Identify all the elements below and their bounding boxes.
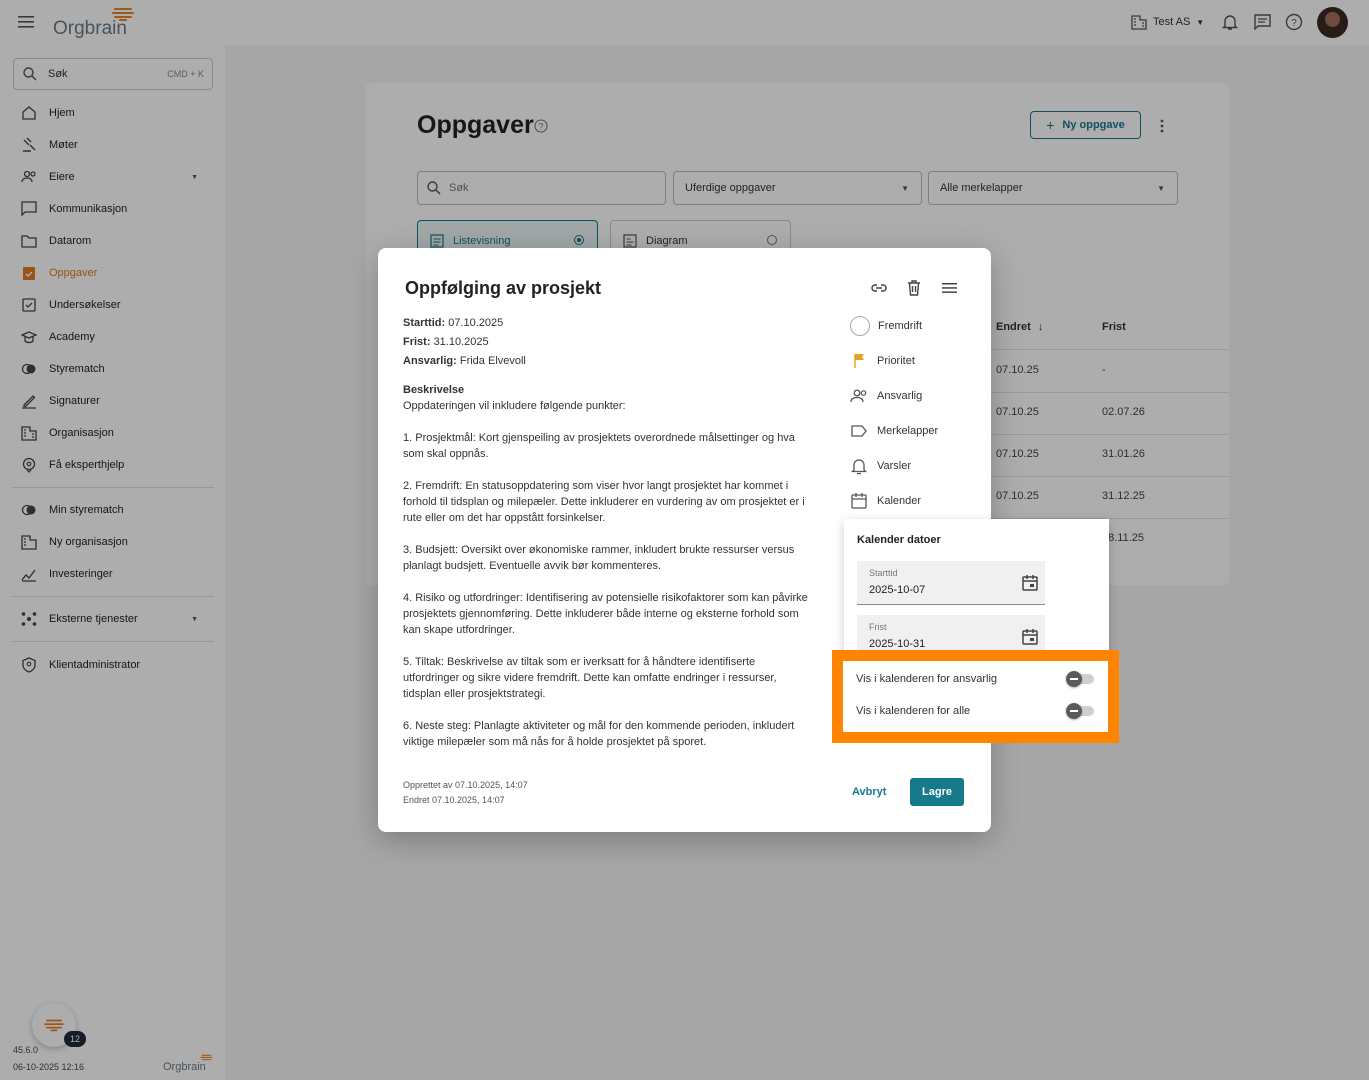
description-intro: Oppdateringen vil inkludere følgende pun…	[403, 400, 626, 412]
calendar-dates-panel: Kalender datoer Starttid 2025-10-07 Fris…	[844, 519, 1109, 659]
due-label: Frist:	[403, 336, 431, 348]
switch-knob	[1066, 671, 1082, 687]
option-label: Varsler	[877, 460, 912, 472]
calendar-icon[interactable]	[1021, 628, 1039, 646]
description-point: 3. Budsjett: Oversikt over økonomiske ra…	[403, 544, 795, 572]
description-point: 4. Risiko og utfordringer: Identifiserin…	[403, 592, 808, 636]
start-date-line: Starttid: 07.10.2025	[403, 317, 503, 329]
link-icon[interactable]	[870, 279, 888, 297]
toggle-row-all[interactable]: Vis i kalenderen for alle	[856, 701, 1096, 721]
changed-info: Endret 07.10.2025, 14:07	[403, 795, 505, 805]
option-label: Kalender	[877, 495, 922, 507]
description-point: 6. Neste steg: Planlagte aktiviteter og …	[403, 720, 795, 748]
alerts-option[interactable]: Varsler	[850, 455, 911, 477]
field-label: Starttid	[869, 568, 898, 578]
calendar-option[interactable]: Kalender	[850, 490, 921, 512]
progress-circle-icon	[850, 316, 870, 336]
option-label: Fremdrift	[878, 320, 922, 332]
label-icon	[851, 425, 867, 437]
cancel-button[interactable]: Avbryt	[852, 786, 886, 798]
dialog-title: Oppfølging av prosjekt	[405, 278, 602, 298]
people-icon	[850, 389, 867, 403]
priority-option[interactable]: Prioritet	[850, 350, 915, 372]
start-label: Starttid:	[403, 317, 446, 329]
save-label: Lagre	[922, 786, 952, 798]
due-date-line: Frist: 31.10.2025	[403, 336, 489, 348]
switch-knob	[1066, 703, 1082, 719]
show-all-calendar-switch[interactable]	[1066, 703, 1096, 719]
field-value: 2025-10-31	[869, 638, 926, 650]
start-date-field[interactable]: Starttid 2025-10-07	[857, 561, 1045, 605]
option-label: Ansvarlig	[877, 390, 923, 402]
bell-icon	[850, 459, 868, 475]
progress-option[interactable]: Fremdrift	[850, 315, 922, 337]
panel-title: Kalender datoer	[857, 534, 941, 546]
option-label: Prioritet	[877, 355, 915, 367]
due-value: 31.10.2025	[433, 336, 489, 348]
calendar-icon	[851, 493, 867, 509]
delete-icon[interactable]	[906, 279, 922, 297]
owner-value: Frida Elvevoll	[459, 355, 526, 367]
option-label: Merkelapper	[877, 425, 939, 437]
description-heading: Beskrivelse	[403, 384, 465, 396]
description-point: 5. Tiltak: Beskrivelse av tiltak som er …	[403, 656, 777, 700]
save-button[interactable]: Lagre	[910, 778, 964, 806]
toggle-label: Vis i kalenderen for ansvarlig	[856, 673, 998, 685]
description-point: 2. Fremdrift: En statusoppdatering som v…	[403, 480, 805, 524]
start-value: 07.10.2025	[448, 317, 504, 329]
field-value: 2025-10-07	[869, 584, 926, 596]
calendar-visibility-toggles: Vis i kalenderen for ansvarlig Vis i kal…	[843, 661, 1108, 732]
toggle-row-owner[interactable]: Vis i kalenderen for ansvarlig	[856, 669, 1096, 689]
show-owner-calendar-switch[interactable]	[1066, 671, 1096, 687]
tags-option[interactable]: Merkelapper	[850, 420, 938, 442]
menu-icon[interactable]	[942, 281, 958, 295]
created-info: Opprettet av 07.10.2025, 14:07	[403, 780, 528, 790]
description-point: 1. Prosjektmål: Kort gjenspeiling av pro…	[403, 432, 795, 460]
flag-icon	[854, 354, 864, 368]
owner-line: Ansvarlig: Frida Elvevoll	[403, 355, 526, 367]
toggle-label: Vis i kalenderen for alle	[856, 705, 971, 717]
field-label: Frist	[869, 622, 887, 632]
owner-option[interactable]: Ansvarlig	[850, 385, 922, 407]
calendar-icon[interactable]	[1021, 574, 1039, 592]
owner-label: Ansvarlig:	[403, 355, 457, 367]
